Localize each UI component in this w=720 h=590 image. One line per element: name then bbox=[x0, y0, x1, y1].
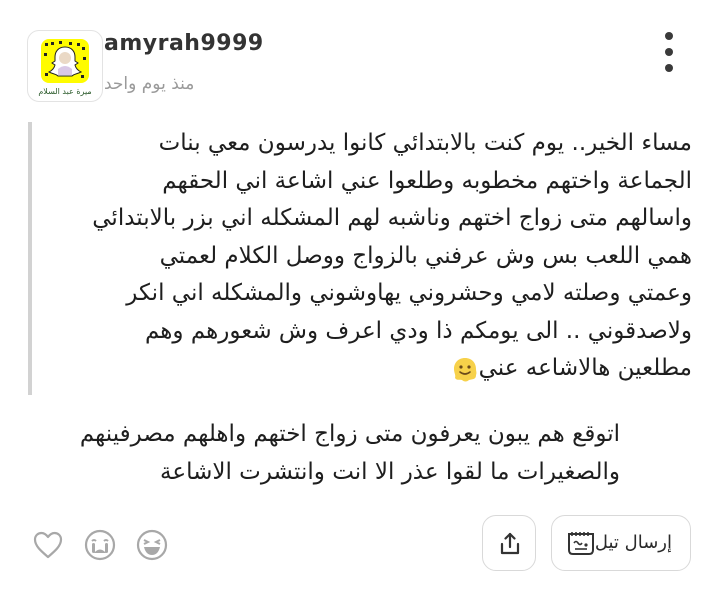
post-timestamp: منذ يوم واحد bbox=[104, 74, 195, 94]
send-tell-button[interactable]: إرسال تيل bbox=[551, 515, 691, 571]
action-bar: إرسال تيل bbox=[0, 515, 720, 575]
crying-face-icon[interactable] bbox=[83, 528, 117, 562]
laughing-face-icon[interactable] bbox=[135, 528, 169, 562]
melting-face-emoji-icon bbox=[453, 357, 477, 381]
post-header: ميرة عبد السلام amyrah9999 منذ يوم واحد bbox=[0, 0, 720, 110]
quote-text: مساء الخير.. يوم كنت بالابتدائي كانوا يد… bbox=[72, 125, 692, 388]
snapcode-ghost-icon bbox=[41, 39, 89, 83]
quoted-message: مساء الخير.. يوم كنت بالابتدائي كانوا يد… bbox=[28, 122, 694, 395]
heart-icon[interactable] bbox=[31, 528, 65, 562]
tell-icon bbox=[568, 532, 594, 555]
share-button[interactable] bbox=[482, 515, 536, 571]
avatar-caption: ميرة عبد السلام bbox=[38, 87, 92, 96]
avatar[interactable]: ميرة عبد السلام bbox=[27, 30, 103, 102]
quote-text-content: مساء الخير.. يوم كنت بالابتدائي كانوا يد… bbox=[92, 130, 692, 381]
send-tell-label: إرسال تيل bbox=[594, 532, 672, 553]
share-icon bbox=[500, 532, 520, 555]
username[interactable]: amyrah9999 bbox=[104, 31, 264, 56]
more-options-icon[interactable] bbox=[655, 30, 683, 74]
reply-text: اتوقع هم يبون يعرفون متى زواج اختهم واهل… bbox=[79, 421, 620, 485]
